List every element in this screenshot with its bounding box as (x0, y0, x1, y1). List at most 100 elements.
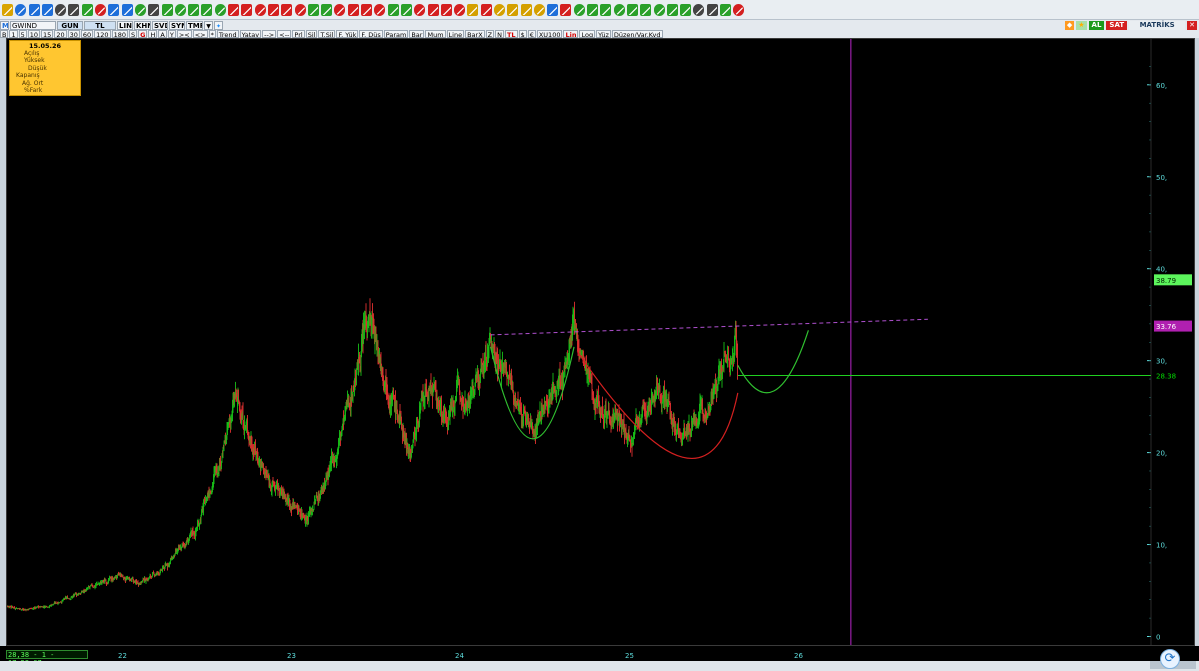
period-button[interactable]: 5 (18, 30, 27, 38)
period-button[interactable]: Düzen/Var.Kyd (611, 30, 663, 38)
arrow-icon[interactable] (387, 3, 399, 16)
period-button[interactable]: --> (262, 30, 277, 38)
period-button[interactable]: T.Sil (318, 30, 336, 38)
flag-icon[interactable] (547, 3, 559, 16)
menu-button[interactable]: M (0, 20, 9, 30)
zoom-horizontal-icon[interactable] (573, 3, 585, 16)
vertical-line-icon[interactable] (161, 3, 173, 16)
period-button[interactable]: Yatay (239, 30, 262, 38)
text-icon[interactable] (493, 3, 505, 16)
period-button[interactable]: XU100 (536, 30, 563, 38)
crosshair-icon[interactable] (28, 3, 40, 16)
gann-icon[interactable] (334, 3, 346, 16)
lock-icon[interactable] (2, 3, 13, 16)
arc-icon[interactable] (307, 3, 319, 16)
pencil-icon[interactable] (467, 3, 479, 16)
period-button[interactable]: Line (446, 30, 465, 38)
arc-icon[interactable] (321, 3, 333, 16)
period-button[interactable]: 30 (67, 30, 80, 38)
khn-button[interactable]: KHN (134, 20, 151, 30)
period-button[interactable]: S (129, 30, 138, 38)
fan-icon[interactable] (294, 3, 306, 16)
dropdown-arrow-icon[interactable]: ▼ (204, 20, 213, 30)
tmp-button[interactable]: TMP (186, 20, 203, 30)
sym-button[interactable]: SYM (169, 20, 185, 30)
eraser-icon[interactable] (95, 3, 107, 16)
pen-icon[interactable] (81, 3, 93, 16)
horizontal-scrollbar[interactable] (0, 661, 1199, 671)
gear-icon[interactable] (613, 3, 625, 16)
fan-icon[interactable] (281, 3, 293, 16)
picture-icon[interactable] (720, 3, 732, 16)
period-button[interactable]: G (138, 30, 148, 38)
period-button[interactable]: $ (518, 30, 527, 38)
period-button[interactable]: Log (579, 30, 596, 38)
period-button[interactable]: 10 (27, 30, 41, 38)
period-button[interactable]: Prl (292, 30, 305, 38)
period-select[interactable]: GUN (57, 20, 83, 30)
period-button[interactable]: A (158, 30, 167, 38)
refresh-icon[interactable]: ⟳ (1160, 649, 1180, 669)
edit-icon[interactable] (55, 3, 67, 16)
move-icon[interactable] (41, 3, 53, 16)
zoom-in-icon[interactable] (693, 3, 705, 16)
trend-line-icon[interactable] (214, 3, 226, 16)
trend-line-icon[interactable] (201, 3, 213, 16)
period-button[interactable]: H (148, 30, 158, 38)
cycle-icon[interactable] (361, 3, 373, 16)
line-button[interactable]: LIN (117, 20, 133, 30)
fibonacci-icon[interactable] (267, 3, 279, 16)
box-icon[interactable] (440, 3, 452, 16)
period-button[interactable]: <-- (277, 30, 292, 38)
regression-icon[interactable] (427, 3, 439, 16)
parallel-lines-icon[interactable] (121, 3, 133, 16)
period-button[interactable]: Bar (409, 30, 425, 38)
shapes-icon[interactable] (733, 3, 745, 16)
period-button[interactable]: <> (192, 30, 208, 38)
period-button[interactable]: * (208, 30, 216, 38)
gann-icon[interactable] (347, 3, 359, 16)
period-button[interactable]: 120 (94, 30, 111, 38)
fibonacci-icon[interactable] (241, 3, 253, 16)
buy-button[interactable]: AL (1088, 20, 1105, 30)
price-chart[interactable]: 60, 50, 40, 30, 20, 10, 0 38.79 33.76 28.38 (6, 38, 1195, 646)
alert-icon[interactable]: ◆ (1064, 20, 1075, 30)
period-button[interactable]: € (527, 30, 536, 38)
period-button[interactable]: F. Düş (359, 30, 383, 38)
period-button[interactable]: Yüz (596, 30, 611, 38)
period-button[interactable]: BarX (465, 30, 485, 38)
period-button[interactable]: Y (167, 30, 176, 38)
cycle-icon[interactable] (374, 3, 386, 16)
arrow-right-icon[interactable] (640, 3, 652, 16)
period-button[interactable]: >< (176, 30, 192, 38)
fibonacci-icon[interactable] (254, 3, 266, 16)
sell-button[interactable]: SAT (1106, 20, 1128, 30)
symbol-input[interactable]: GWIND (10, 20, 56, 30)
period-button[interactable]: 180 (111, 30, 128, 38)
period-button[interactable]: Lin (563, 30, 579, 38)
bell-icon[interactable] (520, 3, 532, 16)
arrow-left-icon[interactable] (626, 3, 638, 16)
zoom-out-icon[interactable] (706, 3, 718, 16)
zoom-vertical-icon[interactable] (587, 3, 599, 16)
currency-select[interactable]: TL (84, 20, 116, 30)
period-button[interactable]: Trend (216, 30, 239, 38)
period-button[interactable]: N (495, 30, 504, 38)
fit-icon[interactable] (600, 3, 612, 16)
period-button[interactable]: Param (383, 30, 409, 38)
arrow-right-icon[interactable] (653, 3, 665, 16)
trend-line-icon[interactable] (188, 3, 200, 16)
warning-icon[interactable] (533, 3, 545, 16)
curve-icon[interactable] (174, 3, 186, 16)
channel-icon[interactable] (148, 3, 160, 16)
arrow-icon[interactable] (414, 3, 426, 16)
svd-button[interactable]: SVD (152, 20, 168, 30)
magnet-icon[interactable] (560, 3, 572, 16)
period-button[interactable]: 60 (80, 30, 94, 38)
period-button[interactable]: 20 (54, 30, 67, 38)
period-button[interactable]: 15 (41, 30, 54, 38)
horizontal-line-icon[interactable] (134, 3, 146, 16)
chart-canvas[interactable]: 60, 50, 40, 30, 20, 10, 0 38.79 33.76 28.38 (7, 39, 1194, 645)
arrow-icon[interactable] (400, 3, 412, 16)
close-icon[interactable]: ✕ (1187, 20, 1197, 30)
